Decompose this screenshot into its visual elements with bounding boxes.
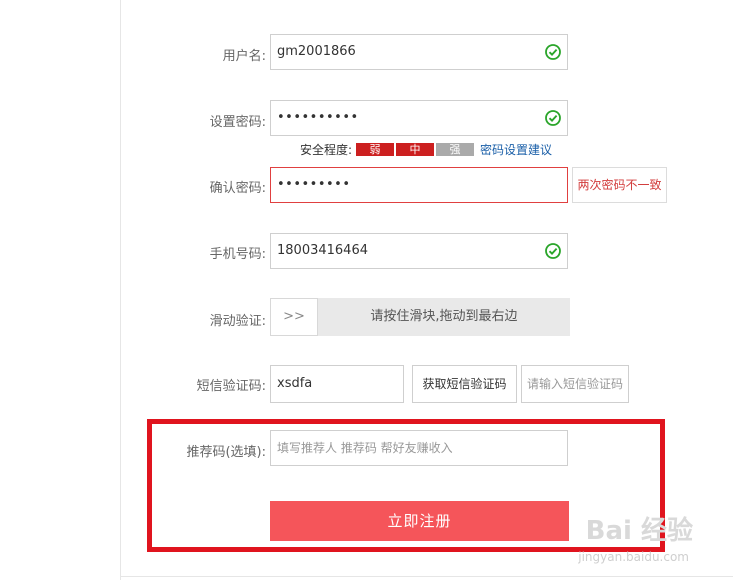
sms-code-input[interactable]: xsdfa bbox=[270, 365, 404, 403]
left-divider bbox=[120, 0, 121, 580]
password-strength: 安全程度: 弱 中 强 密码设置建议 bbox=[300, 141, 552, 158]
phone-value: 18003416464 bbox=[277, 243, 368, 258]
sms-label: 短信验证码: bbox=[196, 379, 266, 394]
username-input[interactable]: gm2001866 bbox=[270, 34, 568, 70]
password-advice-link[interactable]: 密码设置建议 bbox=[480, 141, 552, 158]
password-value: •••••••••• bbox=[277, 110, 359, 125]
slider-hint: 请按住滑块,拖动到最右边 bbox=[370, 309, 518, 324]
baidu-watermark-url: jingyan.baidu.com bbox=[578, 550, 689, 564]
sms-code-value: xsdfa bbox=[277, 376, 313, 391]
strength-label: 安全程度: bbox=[300, 142, 353, 157]
baidu-watermark-logo: Bai 经验 bbox=[585, 516, 693, 546]
password-mismatch-tip: 两次密码不一致 bbox=[572, 167, 667, 203]
password-label: 设置密码: bbox=[209, 115, 266, 130]
slider-handle[interactable]: >> bbox=[270, 298, 318, 336]
username-label: 用户名: bbox=[222, 49, 266, 64]
registration-page: 用户名: gm2001866 设置密码: •••••••••• 安全程度: 弱 … bbox=[0, 0, 733, 580]
confirm-password-input[interactable]: ••••••••• bbox=[270, 167, 568, 203]
phone-label: 手机号码: bbox=[209, 247, 266, 262]
bottom-divider bbox=[120, 576, 733, 577]
valid-check-icon bbox=[545, 110, 561, 126]
password-input[interactable]: •••••••••• bbox=[270, 100, 568, 136]
strength-medium: 中 bbox=[396, 142, 435, 156]
slider-track[interactable]: >> 请按住滑块,拖动到最右边 bbox=[270, 298, 570, 336]
valid-check-icon bbox=[545, 243, 561, 259]
confirm-password-value: ••••••••• bbox=[277, 177, 351, 192]
valid-check-icon bbox=[545, 44, 561, 60]
username-value: gm2001866 bbox=[277, 44, 356, 59]
slider-label: 滑动验证: bbox=[209, 314, 266, 329]
phone-input[interactable]: 18003416464 bbox=[270, 233, 568, 269]
confirm-password-label: 确认密码: bbox=[209, 181, 266, 196]
strength-weak: 弱 bbox=[356, 142, 395, 156]
get-sms-code-button[interactable]: 获取短信验证码 bbox=[412, 365, 517, 403]
strength-strong: 强 bbox=[436, 142, 475, 156]
sms-code-placeholder-field[interactable]: 请输入短信验证码 bbox=[521, 365, 629, 403]
